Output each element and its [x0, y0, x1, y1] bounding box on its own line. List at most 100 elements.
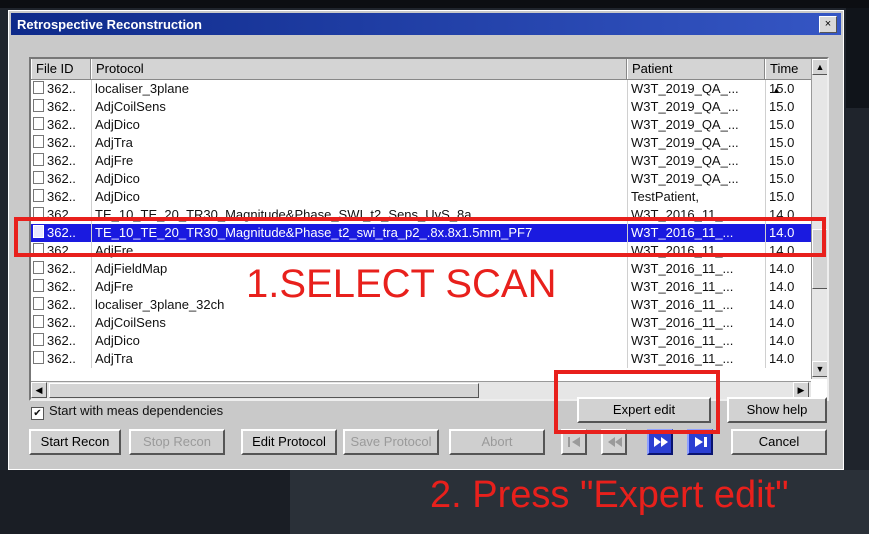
- select-scan-highlight: [14, 217, 826, 257]
- step2-annotation: 2. Press "Expert edit": [430, 474, 789, 516]
- cancel-button[interactable]: Cancel: [731, 429, 827, 455]
- patient-cell: W3T_2016_11_...: [631, 333, 734, 348]
- column-separator: [627, 134, 628, 152]
- table-row[interactable]: 362.. AdjTra W3T_2019_QA_... 15.0: [31, 134, 811, 152]
- column-separator: [91, 98, 92, 116]
- document-icon: [33, 189, 44, 202]
- patient-cell: W3T_2016_11_...: [631, 261, 734, 276]
- horizontal-scroll-thumb[interactable]: [49, 383, 479, 398]
- file-id-cell: 362..: [33, 116, 91, 134]
- patient-cell: W3T_2019_QA_...: [631, 81, 739, 96]
- patient-cell: TestPatient,: [631, 189, 699, 204]
- file-id-cell: 362..: [33, 260, 91, 278]
- table-row[interactable]: 362.. AdjCoilSens W3T_2019_QA_... 15.0: [31, 98, 811, 116]
- document-icon: [33, 333, 44, 346]
- file-id-cell: 362..: [33, 278, 91, 296]
- column-separator: [765, 152, 766, 170]
- column-separator: [91, 116, 92, 134]
- table-row[interactable]: 362.. AdjDico W3T_2019_QA_... 15.0: [31, 170, 811, 188]
- document-icon: [33, 171, 44, 184]
- edit-protocol-button[interactable]: Edit Protocol: [241, 429, 337, 455]
- backdrop-top: [0, 0, 869, 8]
- file-id-value: 362..: [47, 135, 76, 150]
- document-icon: [33, 117, 44, 130]
- backdrop-right: [846, 8, 869, 108]
- header-time[interactable]: Time ▲: [765, 59, 811, 95]
- file-id-value: 362..: [47, 153, 76, 168]
- table-row[interactable]: 362.. AdjFre W3T_2019_QA_... 15.0: [31, 152, 811, 170]
- table-row[interactable]: 362.. AdjCoilSens W3T_2016_11_... 14.0: [31, 314, 811, 332]
- table-row[interactable]: 362.. AdjDico W3T_2019_QA_... 15.0: [31, 116, 811, 134]
- file-id-value: 362..: [47, 117, 76, 132]
- time-cell: 14.0: [769, 333, 795, 348]
- document-icon: [33, 297, 44, 310]
- show-help-button[interactable]: Show help: [727, 397, 827, 423]
- time-cell: 15.0: [769, 135, 795, 150]
- time-cell: 15.0: [769, 171, 795, 186]
- file-id-cell: 362..: [33, 152, 91, 170]
- header-protocol[interactable]: Protocol: [91, 59, 627, 79]
- column-separator: [765, 296, 766, 314]
- protocol-cell: AdjTra: [95, 351, 133, 366]
- stop-recon-button[interactable]: Stop Recon: [129, 429, 225, 455]
- file-id-cell: 362..: [33, 296, 91, 314]
- column-separator: [765, 332, 766, 350]
- close-icon[interactable]: ×: [819, 16, 837, 33]
- column-separator: [627, 98, 628, 116]
- time-cell: 15.0: [769, 117, 795, 132]
- protocol-cell: AdjCoilSens: [95, 99, 166, 114]
- step1-annotation: 1.SELECT SCAN: [246, 262, 557, 306]
- header-patient[interactable]: Patient: [627, 59, 765, 79]
- file-id-cell: 362..: [33, 80, 91, 98]
- file-id-value: 362..: [47, 333, 76, 348]
- patient-cell: W3T_2016_11_...: [631, 315, 734, 330]
- table-row[interactable]: 362.. AdjTra W3T_2016_11_... 14.0: [31, 350, 811, 368]
- table-row[interactable]: 362.. AdjDico W3T_2016_11_... 14.0: [31, 332, 811, 350]
- file-id-cell: 362..: [33, 314, 91, 332]
- meas-dependencies-option[interactable]: ✔ Start with meas dependencies: [31, 403, 223, 420]
- column-separator: [765, 314, 766, 332]
- column-separator: [765, 350, 766, 368]
- column-separator: [91, 170, 92, 188]
- patient-cell: W3T_2019_QA_...: [631, 99, 739, 114]
- column-separator: [91, 80, 92, 98]
- column-separator: [627, 80, 628, 98]
- header-time-label: Time: [770, 61, 799, 76]
- column-separator: [765, 98, 766, 116]
- protocol-cell: AdjDico: [95, 117, 140, 132]
- checkbox-icon[interactable]: ✔: [31, 407, 44, 420]
- scroll-down-icon[interactable]: ▼: [812, 361, 827, 377]
- header-file-id[interactable]: File ID: [31, 59, 91, 79]
- file-id-value: 362..: [47, 261, 76, 276]
- column-separator: [765, 134, 766, 152]
- scroll-up-icon[interactable]: ▲: [812, 59, 827, 75]
- protocol-cell: localiser_3plane: [95, 81, 189, 96]
- column-separator: [91, 260, 92, 278]
- column-separator: [91, 278, 92, 296]
- time-cell: 14.0: [769, 315, 795, 330]
- file-id-value: 362..: [47, 351, 76, 366]
- file-id-value: 362..: [47, 171, 76, 186]
- file-id-value: 362..: [47, 189, 76, 204]
- file-id-cell: 362..: [33, 170, 91, 188]
- column-separator: [91, 152, 92, 170]
- time-cell: 15.0: [769, 99, 795, 114]
- start-recon-button[interactable]: Start Recon: [29, 429, 121, 455]
- time-cell: 15.0: [769, 81, 795, 96]
- scroll-left-icon[interactable]: ◀: [31, 382, 47, 398]
- table-row[interactable]: 362.. localiser_3plane W3T_2019_QA_... 15.0: [31, 80, 811, 98]
- column-separator: [627, 152, 628, 170]
- save-protocol-button[interactable]: Save Protocol: [343, 429, 439, 455]
- column-separator: [627, 260, 628, 278]
- abort-button[interactable]: Abort: [449, 429, 545, 455]
- column-separator: [765, 188, 766, 206]
- time-cell: 15.0: [769, 153, 795, 168]
- time-cell: 14.0: [769, 261, 795, 276]
- protocol-cell: AdjFre: [95, 153, 134, 168]
- scroll-right-icon[interactable]: ▶: [793, 382, 809, 398]
- protocol-cell: AdjDico: [95, 333, 140, 348]
- patient-cell: W3T_2019_QA_...: [631, 171, 739, 186]
- table-row[interactable]: 362.. AdjDico TestPatient, 15.0: [31, 188, 811, 206]
- column-separator: [91, 332, 92, 350]
- file-id-value: 362..: [47, 279, 76, 294]
